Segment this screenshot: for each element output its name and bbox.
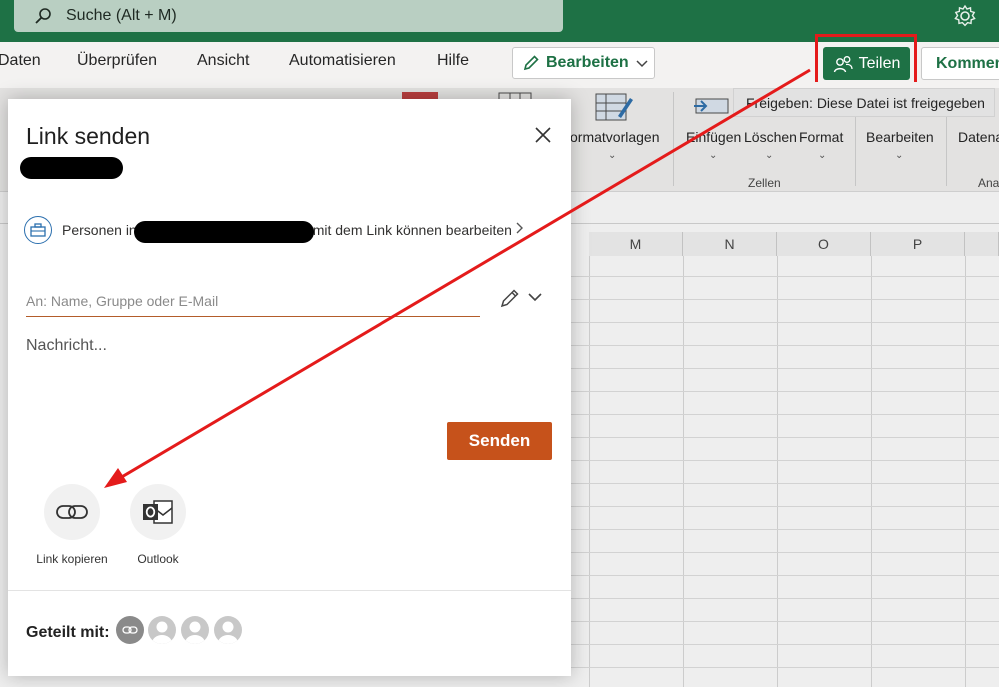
outlook-label: Outlook [137, 552, 179, 566]
tab-ueberpruefen[interactable]: Überprüfen [77, 52, 157, 70]
grid-line [571, 299, 999, 300]
outlook-icon [143, 500, 173, 524]
grid-line [571, 621, 999, 622]
chevron-down-icon: ⌄ [895, 150, 904, 161]
grid-line [571, 529, 999, 530]
annotation-highlight-box [815, 34, 917, 85]
chevron-right-icon [516, 222, 523, 234]
avatar[interactable] [148, 616, 176, 644]
grid-line [571, 322, 999, 323]
send-button[interactable]: Senden [447, 422, 552, 460]
grid-line [571, 483, 999, 484]
copy-link-label: Link kopieren [36, 552, 108, 566]
message-field[interactable] [26, 337, 546, 407]
column-header-n[interactable]: N [683, 232, 777, 256]
avatar[interactable] [214, 616, 242, 644]
person-icon [185, 621, 205, 644]
permission-prefix: Personen in [62, 222, 137, 238]
search-placeholder: Suche (Alt + M) [66, 7, 177, 24]
delete-cells-label[interactable]: Löschen [744, 129, 797, 145]
dialog-divider [8, 590, 571, 591]
ribbon-separator [673, 92, 674, 186]
grid-line [571, 552, 999, 553]
chevron-down-icon: ⌄ [765, 150, 774, 161]
permission-suffix: mit dem Link können bearbeiten [312, 222, 512, 238]
outlook-option[interactable]: Outlook [113, 484, 203, 566]
copy-link-option[interactable]: Link kopieren [27, 484, 117, 566]
cells-group-label: Zellen [748, 176, 781, 190]
chevron-down-icon [636, 60, 648, 68]
outlook-button[interactable] [130, 484, 186, 540]
grid-line [571, 667, 999, 668]
pencil-icon [523, 55, 539, 71]
send-link-dialog: Link senden Personen in mit dem Link kön… [8, 99, 571, 676]
grid-line [589, 256, 590, 687]
data-analysis-label[interactable]: Datena [958, 129, 999, 145]
redacted-filename [20, 157, 123, 179]
column-header-m[interactable]: M [589, 232, 683, 256]
grid-line [571, 437, 999, 438]
grid-line [571, 345, 999, 346]
grid-line [571, 276, 999, 277]
edit-mode-button[interactable]: Bearbeiten [512, 47, 655, 79]
close-icon[interactable] [534, 126, 552, 144]
chevron-down-icon: ⌄ [608, 150, 617, 161]
insert-cells-label[interactable]: Einfügen [686, 129, 741, 145]
grid-line [571, 368, 999, 369]
format-cells-label[interactable]: Format [799, 129, 843, 145]
redacted-organization [134, 221, 314, 243]
link-icon [122, 626, 138, 634]
gear-icon[interactable] [952, 3, 978, 29]
column-header-q[interactable] [965, 232, 999, 256]
column-header-p[interactable]: P [871, 232, 965, 256]
chevron-down-icon[interactable] [527, 291, 543, 303]
grid-line [571, 598, 999, 599]
grid-line [965, 256, 966, 687]
grid-line [777, 256, 778, 687]
comments-button[interactable]: Kommentare [921, 47, 999, 80]
column-header-o[interactable]: O [777, 232, 871, 256]
briefcase-icon [24, 216, 52, 244]
tab-ansicht[interactable]: Ansicht [197, 52, 249, 70]
grid-line [571, 506, 999, 507]
grid-line [571, 575, 999, 576]
grid-line [571, 391, 999, 392]
cell-styles-icon[interactable] [594, 90, 634, 124]
insert-cells-icon[interactable] [692, 96, 732, 118]
grid-line [571, 414, 999, 415]
tab-hilfe[interactable]: Hilfe [437, 52, 469, 70]
grid-line [871, 256, 872, 687]
tab-automatisieren[interactable]: Automatisieren [289, 52, 396, 70]
analysis-group-label: Ana [978, 176, 999, 190]
chevron-down-icon: ⌄ [709, 150, 718, 161]
tab-daten[interactable]: Daten [0, 52, 41, 70]
grid-line [571, 644, 999, 645]
link-icon [56, 505, 88, 519]
edit-mode-label: Bearbeiten [546, 54, 629, 71]
dialog-title: Link senden [26, 123, 151, 149]
cell-styles-label[interactable]: ormatvorlagen [570, 129, 660, 145]
pencil-icon[interactable] [499, 287, 521, 309]
comments-label: Kommentare [936, 54, 999, 72]
grid-line [683, 256, 684, 687]
shared-link-avatar[interactable] [116, 616, 144, 644]
copy-link-button[interactable] [44, 484, 100, 540]
avatar[interactable] [181, 616, 209, 644]
search-icon [35, 8, 51, 24]
search-box[interactable]: Suche (Alt + M) [14, 0, 563, 32]
grid-line [571, 460, 999, 461]
share-tooltip: Freigeben: Diese Datei ist freigegeben [733, 88, 995, 117]
recipients-input[interactable] [26, 285, 480, 317]
person-icon [152, 621, 172, 644]
person-icon [218, 621, 238, 644]
editing-label[interactable]: Bearbeiten [866, 129, 934, 145]
shared-with-label: Geteilt mit: [26, 624, 110, 641]
chevron-down-icon: ⌄ [818, 150, 827, 161]
